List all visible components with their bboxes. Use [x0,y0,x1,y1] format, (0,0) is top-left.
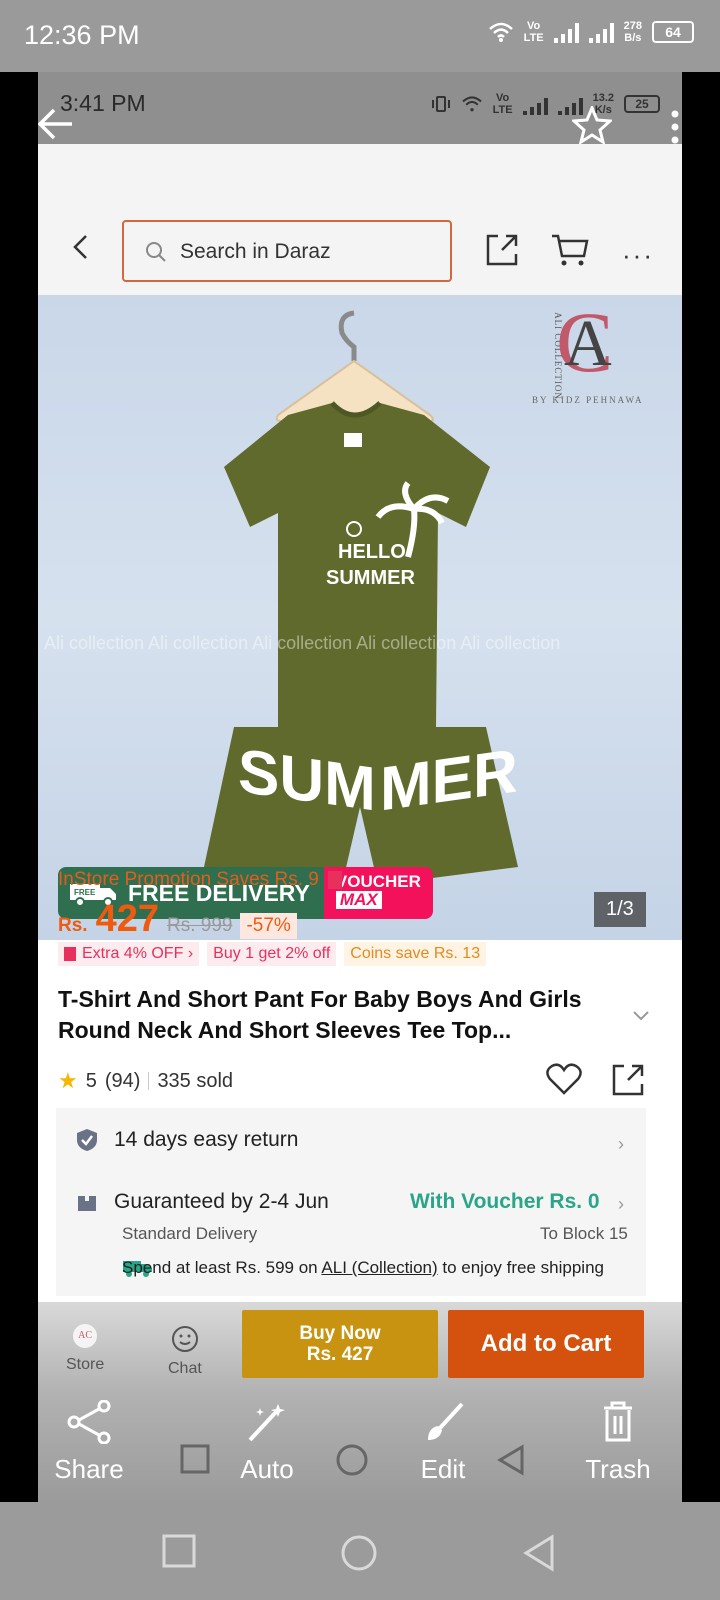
easy-return-row[interactable]: 14 days easy return [76,1128,298,1152]
network-type: Vo LTE [523,20,544,44]
signal-bars-2-icon [588,21,614,43]
rating-row[interactable]: ★ 5 (94) 335 sold [58,1068,233,1094]
coins-tag[interactable]: Coins save Rs. 13 [344,942,487,966]
review-count: (94) [104,1069,141,1092]
store-link[interactable]: ALI (Collection) [321,1258,437,1277]
product-photo [204,310,518,885]
voucher-shipping-text[interactable]: With Voucher Rs. 0 [410,1190,600,1214]
cart-icon[interactable] [550,232,590,268]
battery-icon: 64 [652,21,694,43]
buy-get-tag[interactable]: Buy 1 get 2% off [207,942,337,966]
shirt-print-line1: HELLO [338,541,406,563]
daraz-header: Search in Daraz ··· [38,144,682,295]
wifi-icon [488,22,513,42]
back-chevron-icon[interactable] [66,232,96,262]
chevron-right-icon[interactable]: › [618,1194,624,1215]
auto-enhance-button[interactable]: Auto [238,1400,296,1485]
inner-screenshot: 3:41 PM Vo LTE 13.2 K/s 25 Search in Daraz… [38,72,682,1502]
free-shipping-note: Spend at least Rs. 599 on ALI (Collectio… [122,1258,604,1277]
instore-promotion[interactable]: InStore Promotion Saves Rs. 9 [58,869,343,891]
data-speed: 278 B/s [623,20,642,44]
coupon-icon [64,946,76,961]
image-page-counter: 1/3 [594,892,646,927]
share-icon[interactable] [484,232,520,268]
delivery-location[interactable]: To Block 15 [540,1224,628,1244]
shield-check-icon [77,1129,97,1151]
chat-button[interactable]: Chat [168,1324,202,1378]
brand-sub-text: BY KIDZ PEHNAWA [532,395,644,405]
back-triangle-icon[interactable] [522,1534,556,1572]
search-placeholder: Search in Daraz [180,240,331,263]
delivery-benefits-panel: 14 days easy return › Guaranteed by 2-4 … [56,1108,646,1296]
shirt-print-line2: SUMMER [326,567,415,589]
trash-button[interactable]: Trash [584,1400,652,1485]
current-price: 427 [95,898,159,940]
viewer-back-arrow-icon[interactable] [38,108,74,140]
chat-smile-icon [171,1326,198,1352]
outer-status-icons: Vo LTE 278 B/s 64 [488,20,694,44]
home-circle-icon[interactable] [340,1534,378,1572]
currency-label: Rs. [58,915,88,936]
network-type: Vo LTE [492,92,513,116]
favorite-star-icon[interactable] [572,106,612,144]
circle-icon [336,1444,368,1476]
voucher-icon [328,870,343,889]
system-nav-bar [0,1502,720,1600]
buy-now-button[interactable]: Buy Now Rs. 427 [242,1310,438,1378]
chevron-right-icon: › [187,945,194,962]
outer-status-time: 12:36 PM [24,20,140,50]
store-button[interactable]: AC Store [66,1324,104,1374]
vibrate-icon [431,96,450,112]
recents-square-icon[interactable] [162,1534,196,1568]
more-options-icon[interactable]: ··· [622,240,654,271]
chevron-right-icon[interactable]: › [618,1134,624,1155]
share-button[interactable]: Share [52,1400,126,1485]
share-nodes-icon [67,1400,111,1444]
rating-value: 5 [85,1069,97,1092]
product-image[interactable]: ALI COLLECTION C A BY KIDZ PEHNAWA HELLO… [38,295,682,940]
inner-status-icons: Vo LTE 13.2 K/s 25 [431,92,660,116]
package-icon [78,1193,96,1211]
price-row: Rs. 427 Rs. 999 -57% [58,898,297,941]
delivery-type: Standard Delivery [122,1224,258,1243]
watermark-text: Ali collection Ali collection Ali collec… [44,633,561,653]
trash-icon [604,1401,632,1442]
add-to-cart-button[interactable]: Add to Cart [448,1310,644,1378]
square-icon [180,1444,210,1474]
signal-bars-icon [522,93,548,115]
triangle-back-icon [497,1444,524,1476]
search-input[interactable]: Search in Daraz [122,220,452,282]
discount-badge: -57% [240,913,297,939]
chevron-down-icon[interactable] [632,1010,650,1022]
signal-bars-icon [553,21,579,43]
wifi-icon [461,96,482,112]
battery-icon: 25 [624,95,660,113]
star-icon: ★ [58,1068,78,1093]
product-title: T-Shirt And Short Pant For Baby Boys And… [58,986,582,1043]
extra-off-tag[interactable]: Extra 4% OFF › [58,942,200,966]
sold-count: 335 sold [157,1069,234,1092]
guarantee-row[interactable]: Guaranteed by 2-4 Jun [76,1190,329,1214]
share-icon[interactable] [610,1062,646,1098]
wishlist-heart-icon[interactable] [546,1062,582,1096]
viewer-more-icon[interactable] [670,110,680,144]
magic-wand-icon [248,1404,285,1442]
edit-button[interactable]: Edit [418,1400,468,1485]
original-price: Rs. 999 [166,915,233,936]
search-icon [146,242,166,262]
paintbrush-icon [428,1402,464,1440]
offer-tags: Extra 4% OFF › Buy 1 get 2% off Coins sa… [58,942,487,966]
store-logo-icon: AC [73,1324,98,1348]
divider [148,1072,150,1090]
brand-logo-a: A [564,307,612,380]
outer-status-bar: 12:36 PM Vo LTE 278 B/s 64 [0,0,720,72]
